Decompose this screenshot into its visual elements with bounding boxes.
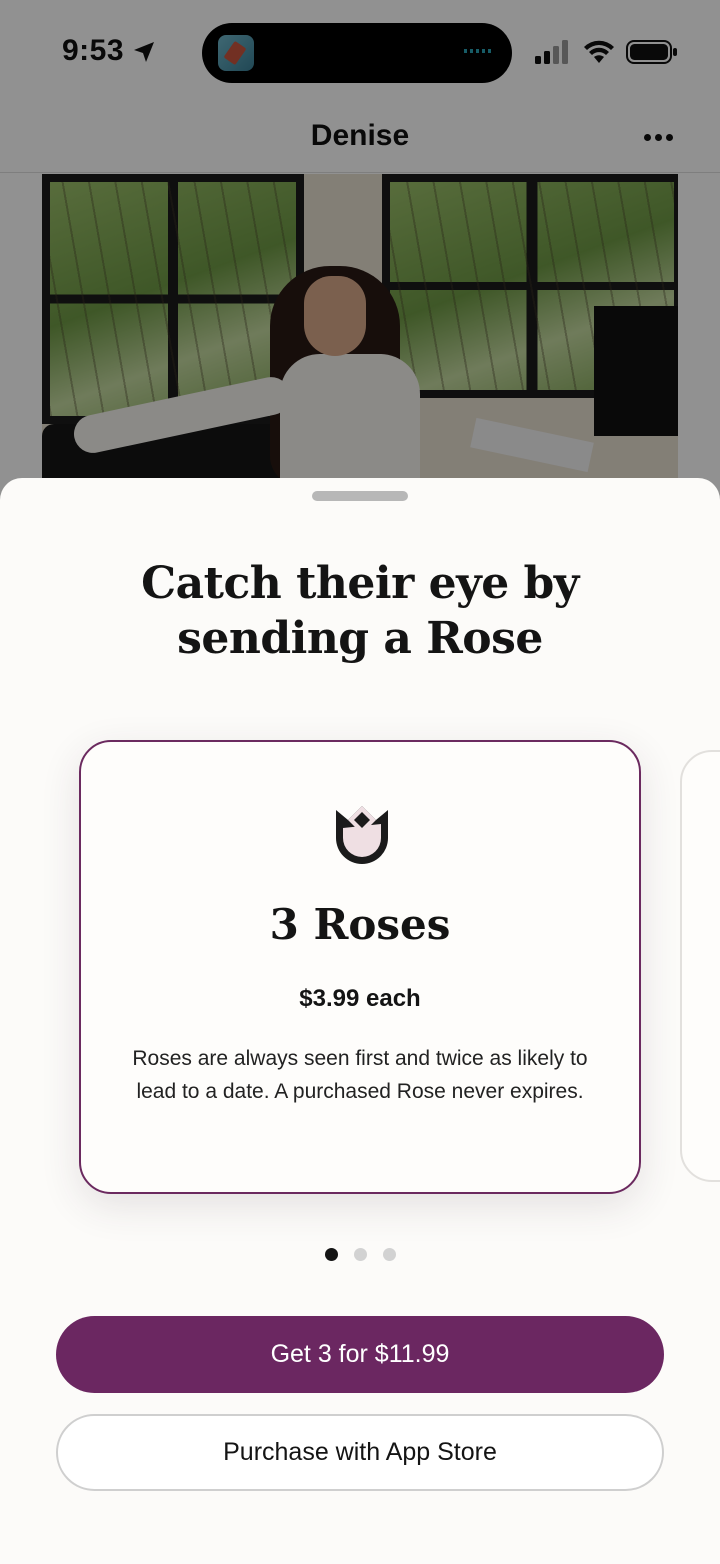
pager-dot[interactable] xyxy=(324,1248,338,1261)
next-package-card[interactable] xyxy=(680,750,720,1182)
pager-dot[interactable] xyxy=(382,1248,396,1261)
rose-icon xyxy=(336,806,388,864)
get-roses-button[interactable]: Get 3 for $11.99 xyxy=(56,1316,664,1393)
package-price: $3.99 each xyxy=(299,985,421,1012)
sheet-title: Catch their eye by sending a Rose xyxy=(141,558,579,664)
rose-package-card[interactable]: 3 Roses $3.99 each Roses are always seen… xyxy=(79,740,641,1194)
sheet-grabber-handle[interactable] xyxy=(312,491,408,501)
package-title: 3 Roses xyxy=(269,900,451,949)
rose-purchase-sheet: Catch their eye by sending a Rose 3 Rose… xyxy=(0,478,720,1564)
carousel-pager xyxy=(0,1248,720,1262)
purchase-with-app-store-button[interactable]: Purchase with App Store xyxy=(56,1414,664,1491)
pager-dot[interactable] xyxy=(353,1248,367,1261)
package-description: Roses are always seen first and twice as… xyxy=(132,1047,588,1103)
